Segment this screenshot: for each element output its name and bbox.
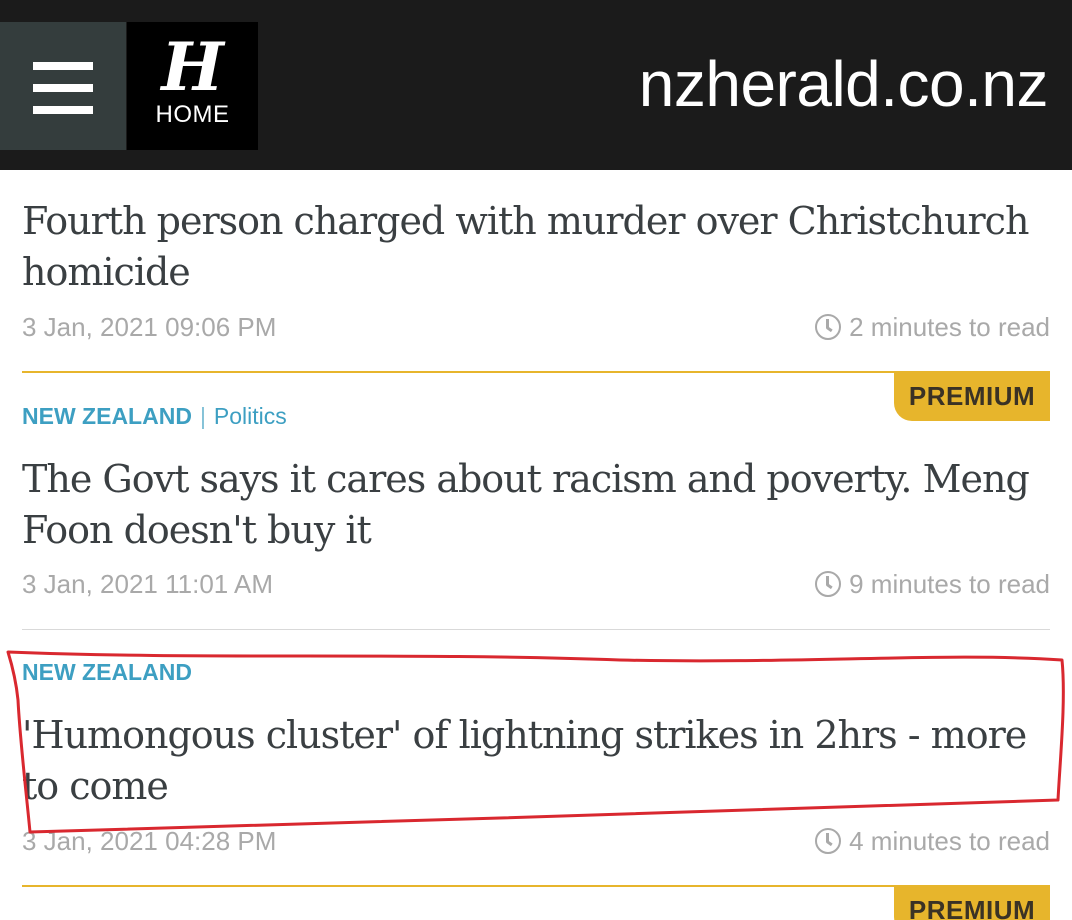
home-label: HOME [155,101,230,128]
read-time: 2 minutes to read [815,312,1050,342]
section-link[interactable]: NEW ZEALAND [22,403,192,429]
article-section: NEW ZEALAND | Politics [22,403,287,429]
article-section: NEW ZEALAND [22,659,192,685]
article-headline[interactable]: 'Humongous cluster' of lightning strikes… [22,710,1052,812]
article-card[interactable]: NEW ZEALAND | Politics The Govt says it ca… [22,402,1050,617]
article-headline[interactable]: The Govt says it cares about racism and … [22,454,1052,556]
home-button[interactable]: H HOME [127,22,258,150]
read-time: 9 minutes to read [815,569,1050,599]
read-time-label: 9 minutes to read [849,569,1050,599]
site-header: H HOME nzherald.co.nz [0,0,1072,170]
article-date: 3 Jan, 2021 04:28 PM [22,826,277,856]
read-time-label: 2 minutes to read [849,312,1050,342]
article-date: 3 Jan, 2021 09:06 PM [22,312,277,342]
site-name[interactable]: nzherald.co.nz [639,48,1049,120]
article-card[interactable]: NEW ZEALAND 'Humongous cluster' of light… [22,658,1050,878]
premium-badge: PREMIUM [894,886,1050,920]
clock-icon [815,314,842,340]
article-divider [22,629,1050,630]
herald-logo-icon: H [161,28,224,106]
clock-icon [815,828,842,854]
read-time: 4 minutes to read [815,826,1050,856]
article-card[interactable]: Fourth person charged with murder over C… [22,196,1050,356]
menu-button[interactable] [0,22,126,150]
article-headline[interactable]: Fourth person charged with murder over C… [22,196,1052,298]
read-time-label: 4 minutes to read [849,826,1050,856]
clock-icon [815,571,842,597]
section-separator: | [199,403,206,429]
subsection-link[interactable]: Politics [214,403,287,429]
section-link[interactable]: NEW ZEALAND [22,659,192,685]
article-date: 3 Jan, 2021 11:01 AM [22,569,274,599]
